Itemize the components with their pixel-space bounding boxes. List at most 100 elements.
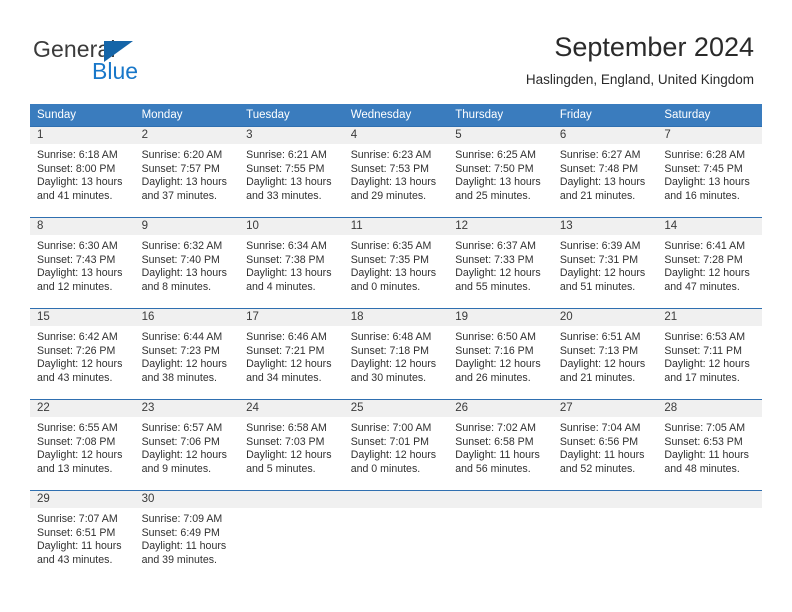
day-details: Sunrise: 6:58 AM Sunset: 7:03 PM Dayligh…: [239, 417, 344, 476]
day-cell[interactable]: 27 Sunrise: 7:04 AM Sunset: 6:56 PM Dayl…: [552, 399, 658, 491]
title-block: September 2024 Haslingden, England, Unit…: [526, 30, 754, 90]
day-cell[interactable]: 6 Sunrise: 6:27 AM Sunset: 7:48 PM Dayli…: [552, 126, 658, 218]
daylight-text-line1: Daylight: 12 hours: [559, 358, 646, 371]
day-number: [448, 491, 553, 508]
day-cell[interactable]: 7 Sunrise: 6:28 AM Sunset: 7:45 PM Dayli…: [657, 126, 762, 218]
sunset-text: Sunset: 7:06 PM: [141, 435, 220, 448]
day-cell[interactable]: 8 Sunrise: 6:30 AM Sunset: 7:43 PM Dayli…: [30, 217, 135, 309]
day-number: 18: [343, 309, 449, 326]
day-cell[interactable]: 9 Sunrise: 6:32 AM Sunset: 7:40 PM Dayli…: [134, 217, 240, 309]
day-cell[interactable]: 4 Sunrise: 6:23 AM Sunset: 7:53 PM Dayli…: [343, 126, 449, 218]
daylight-text-line1: Daylight: 11 hours: [455, 449, 540, 462]
day-number: 28: [657, 400, 762, 417]
sunset-text: Sunset: 7:57 PM: [141, 162, 220, 175]
day-number: 29: [30, 491, 135, 508]
weekday-header-sunday: Sunday: [30, 104, 135, 127]
daylight-text-line1: Daylight: 11 hours: [37, 540, 122, 553]
day-cell[interactable]: 23 Sunrise: 6:57 AM Sunset: 7:06 PM Dayl…: [134, 399, 240, 491]
sunset-text: Sunset: 7:28 PM: [664, 253, 743, 266]
day-cell[interactable]: 29 Sunrise: 7:07 AM Sunset: 6:51 PM Dayl…: [30, 490, 135, 585]
day-number: 12: [448, 218, 553, 235]
daylight-text-line2: and 9 minutes.: [141, 462, 212, 475]
daylight-text-line2: and 26 minutes.: [455, 371, 531, 384]
day-cell[interactable]: 3 Sunrise: 6:21 AM Sunset: 7:55 PM Dayli…: [239, 126, 344, 218]
day-number: 2: [134, 127, 240, 144]
day-cell[interactable]: 21 Sunrise: 6:53 AM Sunset: 7:11 PM Dayl…: [657, 308, 762, 400]
sunrise-text: Sunrise: 6:34 AM: [246, 240, 327, 252]
day-cell[interactable]: 18 Sunrise: 6:48 AM Sunset: 7:18 PM Dayl…: [343, 308, 449, 400]
sunset-text: Sunset: 7:18 PM: [350, 344, 430, 357]
general-blue-logo[interactable]: General Blue: [33, 36, 213, 88]
day-cell[interactable]: 10 Sunrise: 6:34 AM Sunset: 7:38 PM Dayl…: [239, 217, 344, 309]
day-cell[interactable]: 2 Sunrise: 6:20 AM Sunset: 7:57 PM Dayli…: [134, 126, 240, 218]
daylight-text-line2: and 43 minutes.: [37, 553, 113, 566]
sunset-text: Sunset: 7:45 PM: [664, 162, 743, 175]
sunrise-text: Sunrise: 7:02 AM: [455, 422, 536, 434]
sunrise-text: Sunrise: 6:27 AM: [559, 149, 641, 161]
day-details: Sunrise: 6:18 AM Sunset: 8:00 PM Dayligh…: [30, 144, 135, 203]
sunrise-text: Sunrise: 6:28 AM: [664, 149, 746, 161]
daylight-text-line1: Daylight: 12 hours: [37, 358, 123, 371]
calendar-week-row: 22 Sunrise: 6:55 AM Sunset: 7:08 PM Dayl…: [30, 399, 762, 491]
sunset-text: Sunset: 7:33 PM: [455, 253, 534, 266]
day-cell[interactable]: 20 Sunrise: 6:51 AM Sunset: 7:13 PM Dayl…: [552, 308, 658, 400]
day-number: 8: [30, 218, 135, 235]
daylight-text-line2: and 34 minutes.: [246, 371, 322, 384]
weekday-header-saturday: Saturday: [657, 104, 762, 127]
daylight-text-line2: and 48 minutes.: [664, 462, 740, 475]
day-cell[interactable]: 25 Sunrise: 7:00 AM Sunset: 7:01 PM Dayl…: [343, 399, 449, 491]
logo-text-blue: Blue: [92, 58, 139, 84]
weekday-header-tuesday: Tuesday: [239, 104, 344, 127]
calendar-body: 1 Sunrise: 6:18 AM Sunset: 8:00 PM Dayli…: [30, 126, 762, 585]
sunset-text: Sunset: 7:16 PM: [455, 344, 534, 357]
day-cell[interactable]: 19 Sunrise: 6:50 AM Sunset: 7:16 PM Dayl…: [448, 308, 553, 400]
day-number: 13: [552, 218, 658, 235]
day-cell[interactable]: 30 Sunrise: 7:09 AM Sunset: 6:49 PM Dayl…: [134, 490, 240, 585]
day-cell[interactable]: 28 Sunrise: 7:05 AM Sunset: 6:53 PM Dayl…: [657, 399, 762, 491]
day-details: Sunrise: 6:37 AM Sunset: 7:33 PM Dayligh…: [448, 235, 553, 294]
sunset-text: Sunset: 7:43 PM: [37, 253, 116, 266]
day-cell[interactable]: 1 Sunrise: 6:18 AM Sunset: 8:00 PM Dayli…: [30, 126, 135, 218]
day-number: [239, 491, 344, 508]
day-cell[interactable]: 15 Sunrise: 6:42 AM Sunset: 7:26 PM Dayl…: [30, 308, 135, 400]
sunset-text: Sunset: 7:40 PM: [141, 253, 220, 266]
day-cell[interactable]: 5 Sunrise: 6:25 AM Sunset: 7:50 PM Dayli…: [448, 126, 553, 218]
day-details: Sunrise: 6:21 AM Sunset: 7:55 PM Dayligh…: [239, 144, 344, 203]
day-cell[interactable]: 14 Sunrise: 6:41 AM Sunset: 7:28 PM Dayl…: [657, 217, 762, 309]
day-details: Sunrise: 6:41 AM Sunset: 7:28 PM Dayligh…: [657, 235, 762, 294]
day-cell[interactable]: 11 Sunrise: 6:35 AM Sunset: 7:35 PM Dayl…: [343, 217, 449, 309]
day-cell[interactable]: 17 Sunrise: 6:46 AM Sunset: 7:21 PM Dayl…: [239, 308, 344, 400]
sunset-text: Sunset: 7:55 PM: [246, 162, 325, 175]
calendar-page: General Blue September 2024 Haslingden, …: [0, 0, 792, 612]
daylight-text-line2: and 41 minutes.: [37, 189, 113, 202]
sunrise-text: Sunrise: 6:39 AM: [559, 240, 641, 252]
day-number: 1: [30, 127, 135, 144]
day-cell[interactable]: 13 Sunrise: 6:39 AM Sunset: 7:31 PM Dayl…: [552, 217, 658, 309]
day-details: Sunrise: 6:28 AM Sunset: 7:45 PM Dayligh…: [657, 144, 762, 203]
daylight-text-line1: Daylight: 12 hours: [455, 358, 541, 371]
sunset-text: Sunset: 6:51 PM: [37, 526, 116, 539]
sunset-text: Sunset: 7:50 PM: [455, 162, 534, 175]
day-cell[interactable]: 16 Sunrise: 6:44 AM Sunset: 7:23 PM Dayl…: [134, 308, 240, 400]
sunrise-text: Sunrise: 6:42 AM: [37, 331, 118, 343]
day-number: 10: [239, 218, 344, 235]
day-cell[interactable]: 22 Sunrise: 6:55 AM Sunset: 7:08 PM Dayl…: [30, 399, 135, 491]
day-cell[interactable]: 12 Sunrise: 6:37 AM Sunset: 7:33 PM Dayl…: [448, 217, 553, 309]
daylight-text-line2: and 38 minutes.: [141, 371, 217, 384]
weekday-header-monday: Monday: [134, 104, 240, 127]
sunset-text: Sunset: 7:53 PM: [350, 162, 430, 175]
day-cell[interactable]: 24 Sunrise: 6:58 AM Sunset: 7:03 PM Dayl…: [239, 399, 344, 491]
daylight-text-line1: Daylight: 13 hours: [141, 176, 227, 189]
sunset-text: Sunset: 7:35 PM: [350, 253, 430, 266]
day-details: [553, 508, 658, 513]
day-cell[interactable]: 26 Sunrise: 7:02 AM Sunset: 6:58 PM Dayl…: [448, 399, 553, 491]
day-details: [344, 508, 449, 513]
day-details: Sunrise: 6:25 AM Sunset: 7:50 PM Dayligh…: [448, 144, 553, 203]
day-number: 5: [448, 127, 553, 144]
day-details: Sunrise: 6:48 AM Sunset: 7:18 PM Dayligh…: [344, 326, 449, 385]
sunset-text: Sunset: 7:38 PM: [246, 253, 325, 266]
daylight-text-line1: Daylight: 12 hours: [37, 449, 123, 462]
day-number: 17: [239, 309, 344, 326]
daylight-text-line2: and 5 minutes.: [246, 462, 316, 475]
daylight-text-line2: and 0 minutes.: [350, 280, 421, 293]
